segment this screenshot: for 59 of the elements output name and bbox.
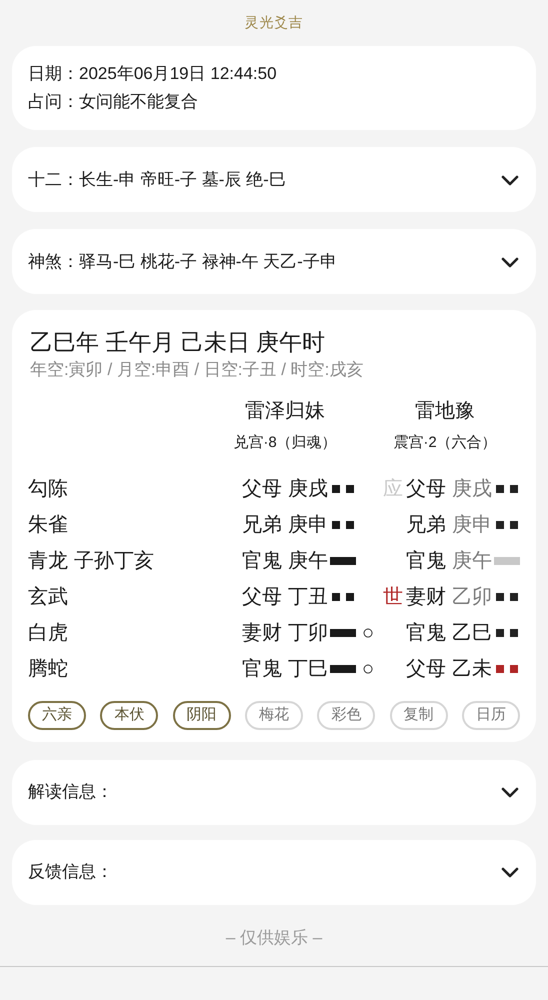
- ganzhi-text: 庚戌: [452, 476, 492, 502]
- section-title: 解读信息：: [28, 781, 113, 804]
- toggle-chip[interactable]: 六亲: [28, 700, 86, 730]
- footer-text: – 仅供娱乐 –: [226, 926, 322, 948]
- ganzhi-text: 乙卯: [452, 584, 492, 610]
- ganzhi-text: 庚午: [288, 548, 328, 574]
- palace-text: 震宫·2（六合）: [393, 433, 497, 453]
- hexagram-name: 雷泽归妹: [245, 399, 325, 424]
- pillars-text: 乙巳年 壬午月 己未日 庚午时: [30, 328, 326, 357]
- section-panel[interactable]: 解读信息：: [12, 760, 536, 824]
- spirit-text: 腾蛇: [28, 656, 68, 682]
- palace-text: 兑宫·8（归魂）: [233, 433, 337, 453]
- section-title: 反馈信息：: [28, 861, 113, 884]
- summary-panel[interactable]: 神煞：驿马-巳 桃花-子 禄神-午 天乙-子申: [12, 229, 536, 294]
- toggle-chip[interactable]: 复制: [390, 700, 448, 730]
- relation-text: 妻财: [242, 620, 282, 646]
- relation-text: 父母: [406, 656, 446, 682]
- hexagram-name: 雷地豫: [415, 399, 475, 424]
- ganzhi-text: 乙巳: [452, 620, 492, 646]
- info-line: 日期：2025年06月19日 12:44:50: [28, 63, 278, 85]
- spirit-text: 勾陈: [28, 476, 68, 502]
- toggle-chip[interactable]: 阴阳: [172, 700, 231, 730]
- app-title: 灵光爻吉: [244, 13, 304, 32]
- ganzhi-text: 丁丑: [288, 584, 328, 610]
- relation-text: 官鬼: [242, 656, 282, 682]
- spirit-text: 青龙: [28, 548, 68, 574]
- toggle-chip[interactable]: 本伏: [100, 700, 158, 730]
- summary-text: 神煞：驿马-巳 桃花-子 禄神-午 天乙-子申: [28, 250, 337, 273]
- relation-text: 官鬼: [242, 548, 282, 574]
- ganzhi-text: 庚申: [452, 512, 492, 538]
- toggle-chip[interactable]: 彩色: [317, 700, 376, 730]
- relation-text: 父母: [242, 476, 282, 502]
- relation-text: 官鬼: [406, 548, 446, 574]
- relation-text: 妻财: [406, 584, 446, 610]
- position-mark: 世: [383, 584, 403, 610]
- ganzhi-text: 庚午: [452, 548, 492, 574]
- hidden-line-text: 子孙丁亥: [74, 548, 154, 574]
- toggle-chip[interactable]: 梅花: [244, 700, 303, 730]
- ganzhi-text: 乙未: [452, 656, 492, 682]
- summary-text: 十二：长生-申 帝旺-子 墓-辰 绝-巳: [28, 168, 286, 191]
- info-line: 占问：女问能不能复合: [28, 91, 199, 113]
- relation-text: 父母: [406, 476, 446, 502]
- moving-mark: ○: [362, 656, 374, 682]
- spirit-text: 朱雀: [28, 512, 68, 538]
- relation-text: 兄弟: [242, 512, 282, 538]
- ganzhi-text: 庚申: [288, 512, 328, 538]
- summary-panel[interactable]: 十二：长生-申 帝旺-子 墓-辰 绝-巳: [12, 147, 536, 212]
- ganzhi-text: 丁卯: [288, 620, 328, 646]
- voids-text: 年空:寅卯 / 月空:申酉 / 日空:子丑 / 时空:戌亥: [30, 359, 364, 381]
- section-panel[interactable]: 反馈信息：: [12, 840, 536, 904]
- spirit-text: 玄武: [28, 584, 68, 610]
- relation-text: 父母: [242, 584, 282, 610]
- relation-text: 兄弟: [406, 512, 446, 538]
- toggle-chip[interactable]: 日历: [462, 700, 520, 730]
- moving-mark: ○: [362, 620, 374, 646]
- ganzhi-text: 丁巳: [288, 656, 328, 682]
- ganzhi-text: 庚戌: [288, 476, 328, 502]
- relation-text: 官鬼: [406, 620, 446, 646]
- spirit-text: 白虎: [28, 620, 68, 646]
